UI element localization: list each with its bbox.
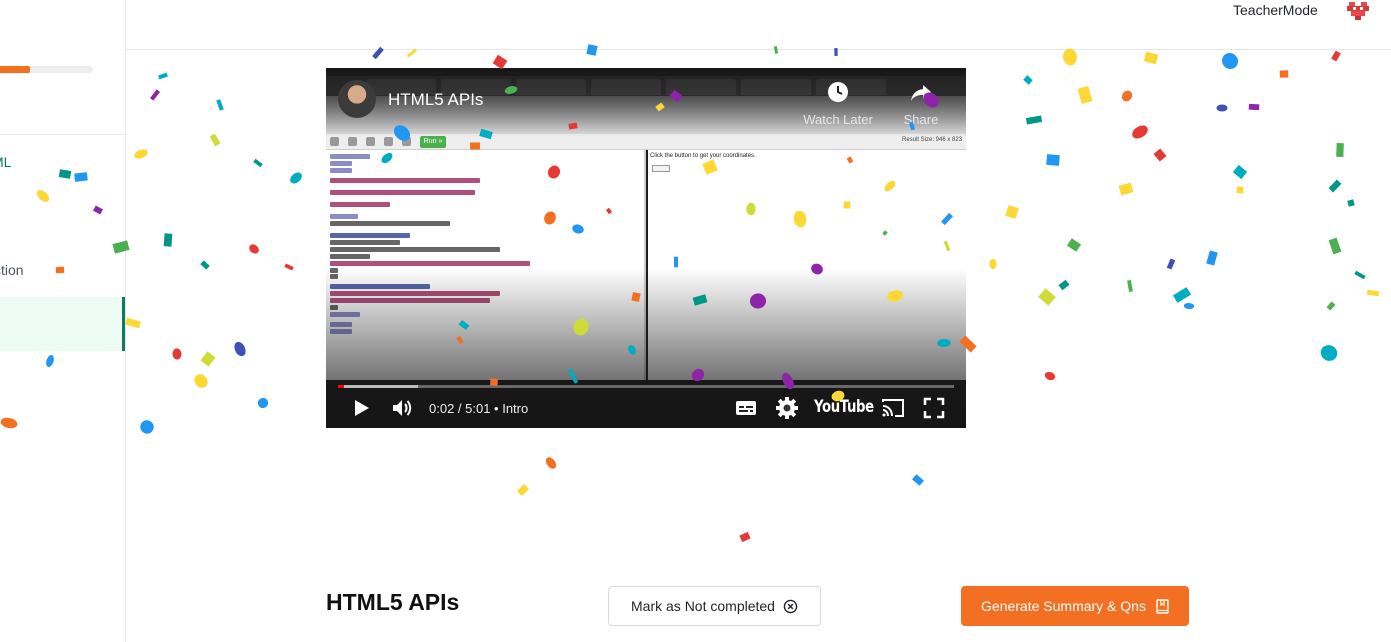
book-icon	[1156, 598, 1169, 614]
confetti-dot	[140, 420, 154, 434]
confetti-piece	[1236, 186, 1244, 194]
confetti-piece	[1066, 238, 1082, 252]
mark-not-completed-button[interactable]: Mark as Not completed	[608, 586, 821, 626]
video-seek-bar[interactable]	[338, 385, 954, 388]
top-bar	[126, 0, 1391, 50]
confetti-dot	[1132, 125, 1148, 139]
pixel-heart-avatar-icon[interactable]	[1345, 0, 1373, 22]
confetti-dot	[1216, 104, 1228, 112]
confetti-piece	[284, 263, 294, 271]
confetti-dot	[1183, 302, 1195, 310]
confetti-piece	[1248, 103, 1260, 111]
confetti-piece	[125, 317, 141, 329]
confetti-dot	[545, 457, 557, 469]
video-title[interactable]: HTML5 APIs	[388, 90, 483, 110]
confetti-piece	[1127, 279, 1133, 293]
subtitles-icon[interactable]	[734, 396, 758, 420]
app-root: ML ction TeacherMode Run » Result Size: …	[0, 0, 1391, 642]
confetti-dot	[234, 341, 246, 357]
confetti-dot	[1320, 345, 1338, 361]
confetti-piece	[516, 483, 530, 497]
sidebar-divider	[0, 134, 126, 135]
sidebar-item-html[interactable]: ML	[0, 154, 11, 170]
confetti-piece	[200, 260, 210, 270]
screen-result-text: Click the button to get your coordinates…	[650, 153, 756, 159]
confetti-piece	[1058, 279, 1070, 291]
confetti-piece	[1331, 50, 1341, 62]
confetti-piece	[1347, 199, 1355, 207]
confetti-piece	[1166, 258, 1176, 270]
lesson-title: HTML5 APIs	[326, 589, 460, 615]
confetti-dot	[1063, 48, 1077, 66]
settings-gear-icon[interactable]	[775, 396, 799, 420]
video-time-display: 0:02 / 5:01 • Intro	[429, 401, 529, 416]
channel-avatar[interactable]	[338, 80, 376, 118]
confetti-piece	[912, 474, 924, 486]
confetti-piece	[150, 89, 160, 101]
sidebar-item-active[interactable]	[0, 297, 125, 351]
clock-icon	[828, 82, 848, 102]
cast-icon[interactable]	[881, 396, 905, 420]
share-button[interactable]: Share	[881, 80, 961, 127]
confetti-piece	[1005, 205, 1019, 219]
confetti-dot	[194, 374, 208, 388]
generate-summary-label: Generate Summary & Qns	[981, 598, 1146, 614]
video-played-bar	[338, 385, 344, 388]
confetti-piece	[1172, 287, 1192, 303]
confetti-piece	[1023, 75, 1033, 85]
confetti-piece	[1336, 142, 1344, 158]
confetti-piece	[158, 72, 168, 80]
confetti-piece	[253, 158, 263, 168]
volume-icon[interactable]	[390, 396, 414, 420]
screen-try-it-button	[652, 165, 670, 172]
confetti-dot	[1044, 371, 1056, 381]
confetti-dot	[290, 172, 302, 184]
course-sidebar: ML ction	[0, 0, 126, 642]
close-circle-icon	[783, 599, 798, 613]
sidebar-item-section[interactable]: ction	[0, 262, 24, 278]
youtube-logo[interactable]: YouTube	[814, 397, 874, 417]
confetti-piece	[216, 99, 224, 111]
play-icon[interactable]	[349, 396, 373, 420]
confetti-dot	[1222, 53, 1238, 69]
confetti-dot	[257, 397, 269, 409]
confetti-dot	[172, 348, 182, 360]
video-controls: 0:02 / 5:01 • Intro YouTube	[326, 394, 966, 422]
confetti-dot	[134, 149, 148, 159]
fullscreen-icon[interactable]	[922, 396, 946, 420]
video-player[interactable]: Run » Result Size: 946 x 823 Click the b…	[326, 68, 966, 428]
generate-summary-button[interactable]: Generate Summary & Qns	[961, 586, 1189, 626]
watch-later-button[interactable]: Watch Later	[798, 80, 878, 127]
confetti-piece	[1326, 301, 1336, 311]
confetti-piece	[1025, 115, 1043, 125]
confetti-dot	[1121, 90, 1133, 102]
teacher-mode-label[interactable]: TeacherMode	[1233, 2, 1318, 18]
confetti-piece	[200, 351, 216, 367]
confetti-piece	[1354, 270, 1366, 280]
confetti-piece	[163, 233, 173, 247]
confetti-piece	[1328, 179, 1342, 193]
confetti-piece	[1153, 148, 1167, 162]
confetti-piece	[1038, 288, 1056, 306]
confetti-piece	[1328, 237, 1342, 255]
confetti-piece	[1232, 164, 1248, 180]
course-progress-fill	[0, 66, 30, 73]
confetti-piece	[209, 133, 221, 147]
share-arrow-icon	[911, 85, 931, 101]
confetti-piece	[1118, 182, 1134, 196]
confetti-piece	[1046, 154, 1060, 166]
course-progress-bar	[0, 66, 93, 73]
confetti-piece	[1143, 51, 1159, 65]
watch-later-label: Watch Later	[803, 112, 873, 127]
confetti-dot	[249, 244, 259, 254]
confetti-piece	[1279, 70, 1289, 78]
video-buffered-bar	[338, 385, 418, 388]
confetti-piece	[739, 531, 751, 543]
confetti-piece	[1077, 85, 1093, 105]
share-label: Share	[903, 112, 939, 127]
confetti-dot	[989, 258, 997, 270]
confetti-piece	[1366, 289, 1380, 297]
mark-not-completed-label: Mark as Not completed	[631, 598, 775, 614]
confetti-piece	[1206, 250, 1218, 266]
